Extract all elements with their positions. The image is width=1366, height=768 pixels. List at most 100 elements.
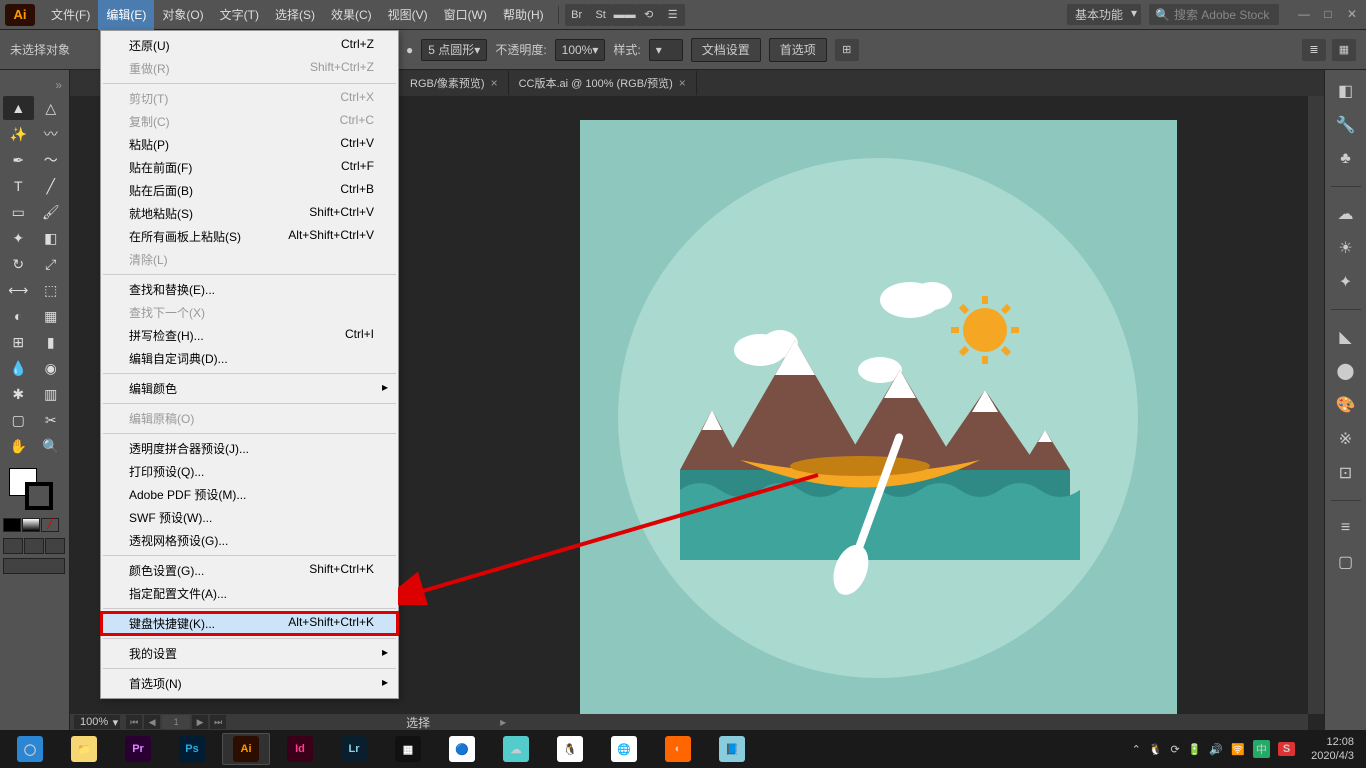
- panel-icon-1[interactable]: ≣: [1302, 39, 1326, 61]
- menu-find-next[interactable]: 查找下一个(X): [101, 301, 398, 324]
- taskbar-app-14[interactable]: 📘: [708, 733, 756, 765]
- menu-edit-colors[interactable]: 编辑颜色▸: [101, 377, 398, 400]
- preferences-button[interactable]: 首选项: [769, 38, 827, 62]
- rectangle-tool[interactable]: ▭: [3, 200, 34, 224]
- menu-paste[interactable]: 粘贴(P)Ctrl+V: [101, 133, 398, 156]
- stroke-style-select[interactable]: 5 点圆形 ▾: [421, 39, 487, 61]
- stroke-panel-icon[interactable]: ◣: [1335, 326, 1357, 348]
- tray-qq-icon[interactable]: 🐧: [1149, 743, 1163, 756]
- taskbar-chrome[interactable]: 🌐: [600, 733, 648, 765]
- column-graph-tool[interactable]: ▥: [36, 382, 67, 406]
- menu-pdf-preset[interactable]: Adobe PDF 预设(M)...: [101, 483, 398, 506]
- close-button[interactable]: ✕: [1343, 8, 1361, 22]
- shape-builder-tool[interactable]: ◐: [3, 304, 34, 328]
- menu-cut[interactable]: 剪切(T)Ctrl+X: [101, 87, 398, 110]
- menu-my-settings[interactable]: 我的设置▸: [101, 642, 398, 665]
- pen-tool[interactable]: ✒: [3, 148, 34, 172]
- taskbar-app-8[interactable]: ▦: [384, 733, 432, 765]
- graphic-style-select[interactable]: ▾: [649, 39, 683, 61]
- tab-close-icon[interactable]: ×: [491, 76, 498, 90]
- screen-mode-button[interactable]: [3, 558, 66, 574]
- draw-mode-buttons[interactable]: [3, 538, 66, 554]
- color-panel-icon[interactable]: ♣: [1335, 148, 1357, 170]
- symbols-panel-icon[interactable]: ✦: [1335, 271, 1357, 293]
- menu-file[interactable]: 文件(F): [43, 0, 98, 30]
- menu-edit-original[interactable]: 编辑原稿(O): [101, 407, 398, 430]
- menu-paste-back[interactable]: 贴在后面(B)Ctrl+B: [101, 179, 398, 202]
- perspective-tool[interactable]: ▦: [36, 304, 67, 328]
- slice-tool[interactable]: ✂: [36, 408, 67, 432]
- vertical-scrollbar[interactable]: [1308, 96, 1324, 714]
- menu-window[interactable]: 窗口(W): [436, 0, 495, 30]
- curvature-tool[interactable]: 〜: [36, 148, 67, 172]
- tray-battery-icon[interactable]: 🔋: [1188, 743, 1202, 756]
- selection-tool[interactable]: ▲: [3, 96, 34, 120]
- menu-assign-profile[interactable]: 指定配置文件(A)...: [101, 582, 398, 605]
- menu-custom-dict[interactable]: 编辑自定词典(D)...: [101, 347, 398, 370]
- menu-color-settings[interactable]: 颜色设置(G)...Shift+Ctrl+K: [101, 559, 398, 582]
- menu-select[interactable]: 选择(S): [267, 0, 323, 30]
- scale-tool[interactable]: ⤢: [36, 252, 67, 276]
- menu-perspective-preset[interactable]: 透视网格预设(G)...: [101, 529, 398, 552]
- appearance-panel-icon[interactable]: ⊡: [1335, 462, 1357, 484]
- taskbar-qq[interactable]: 🐧: [546, 733, 594, 765]
- panel-icon-2[interactable]: ▦: [1332, 39, 1356, 61]
- search-input[interactable]: 🔍 搜索 Adobe Stock: [1149, 4, 1279, 25]
- artboard-tool[interactable]: ▢: [3, 408, 34, 432]
- zoom-select[interactable]: 100%▾: [74, 715, 120, 729]
- taskbar-illustrator[interactable]: Ai: [222, 733, 270, 765]
- minimize-button[interactable]: —: [1295, 8, 1313, 22]
- menu-object[interactable]: 对象(O): [154, 0, 211, 30]
- layers-panel-icon[interactable]: ≡: [1335, 517, 1357, 539]
- menu-copy[interactable]: 复制(C)Ctrl+C: [101, 110, 398, 133]
- menu-spell-check[interactable]: 拼写检查(H)...Ctrl+I: [101, 324, 398, 347]
- tray-sogou-icon[interactable]: S: [1278, 742, 1295, 756]
- workspace-selector[interactable]: 基本功能 ▾: [1067, 4, 1141, 25]
- free-transform-tool[interactable]: ⬚: [36, 278, 67, 302]
- width-tool[interactable]: ⟷: [3, 278, 34, 302]
- menu-clear[interactable]: 清除(L): [101, 248, 398, 271]
- tab-1[interactable]: RGB/像素预览)×: [400, 71, 509, 95]
- properties-panel-icon[interactable]: ◧: [1335, 80, 1357, 102]
- menu-edit[interactable]: 编辑(E): [98, 0, 154, 30]
- taskbar-premiere[interactable]: Pr: [114, 733, 162, 765]
- color-mode-swatches[interactable]: ╱: [3, 518, 66, 532]
- cc-panel-icon[interactable]: ☁: [1335, 203, 1357, 225]
- bridge-icon[interactable]: Br: [565, 4, 589, 26]
- doc-setup-button[interactable]: 文档设置: [691, 38, 761, 62]
- menu-redo[interactable]: 重做(R)Shift+Ctrl+Z: [101, 57, 398, 80]
- artboards-panel-icon[interactable]: ▢: [1335, 551, 1357, 573]
- paintbrush-tool[interactable]: 🖌: [36, 200, 67, 224]
- taskbar-indesign[interactable]: Id: [276, 733, 324, 765]
- gpu-icon[interactable]: ⟲: [637, 4, 661, 26]
- menu-swf-preset[interactable]: SWF 预设(W)...: [101, 506, 398, 529]
- lasso-tool[interactable]: 〰: [36, 122, 67, 146]
- sync-icon[interactable]: ☰: [661, 4, 685, 26]
- type-tool[interactable]: T: [3, 174, 34, 198]
- menu-keyboard-shortcuts[interactable]: 键盘快捷键(K)...Alt+Shift+Ctrl+K: [101, 612, 398, 635]
- zoom-tool[interactable]: 🔍: [36, 434, 67, 458]
- artboard-navigator[interactable]: ⏮◀1▶⏭: [126, 715, 226, 729]
- swatches-panel-icon[interactable]: ⬤: [1335, 360, 1357, 382]
- tray-ime-icon[interactable]: 中: [1253, 740, 1270, 758]
- menu-print-preset[interactable]: 打印预设(Q)...: [101, 460, 398, 483]
- gradient-panel-icon[interactable]: 🎨: [1335, 394, 1357, 416]
- rotate-tool[interactable]: ↻: [3, 252, 34, 276]
- symbol-sprayer-tool[interactable]: ✱: [3, 382, 34, 406]
- menu-effect[interactable]: 效果(C): [323, 0, 380, 30]
- tray-volume-icon[interactable]: 🔊: [1209, 743, 1223, 756]
- shaper-tool[interactable]: ✦: [3, 226, 34, 250]
- taskbar-app-1[interactable]: ◯: [6, 733, 54, 765]
- blend-tool[interactable]: ◉: [36, 356, 67, 380]
- taskbar-photoshop[interactable]: Ps: [168, 733, 216, 765]
- taskbar-clock[interactable]: 12:08 2020/4/3: [1311, 735, 1354, 763]
- libraries-panel-icon[interactable]: 🔧: [1335, 114, 1357, 136]
- tray-sync-icon[interactable]: ⟳: [1171, 743, 1180, 756]
- artboard[interactable]: [580, 120, 1177, 717]
- menu-undo[interactable]: 还原(U)Ctrl+Z: [101, 34, 398, 57]
- opacity-input[interactable]: 100% ▾: [555, 39, 606, 61]
- taskbar-app-9[interactable]: 🔵: [438, 733, 486, 765]
- menu-type[interactable]: 文字(T): [212, 0, 267, 30]
- hand-tool[interactable]: ✋: [3, 434, 34, 458]
- stock-icon[interactable]: St: [589, 4, 613, 26]
